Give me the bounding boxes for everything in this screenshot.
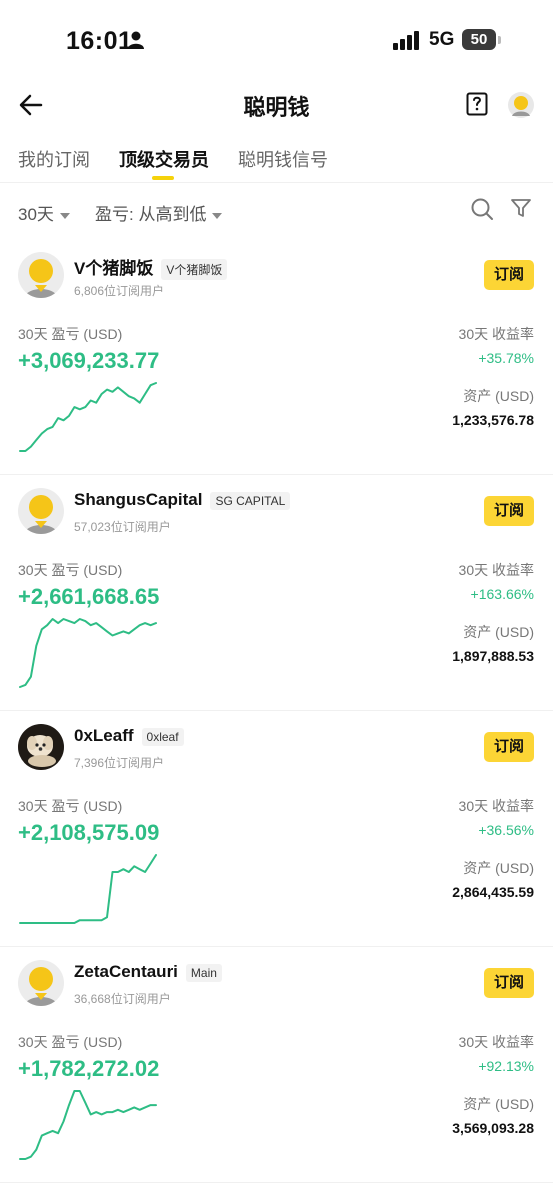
roi-value: +36.56%	[478, 822, 534, 838]
assets-value: 2,864,435.59	[452, 884, 534, 900]
trader-avatar[interactable]	[18, 488, 64, 534]
trader-name[interactable]: 0xLeaff 0xleaf	[74, 726, 184, 746]
help-book-icon[interactable]	[466, 92, 488, 116]
assets-label: 资产 (USD)	[463, 388, 534, 404]
pnl-label: 30天 盈亏 (USD)	[18, 1034, 123, 1050]
subscribe-button[interactable]: 订阅	[484, 496, 534, 526]
pnl-label: 30天 盈亏 (USD)	[18, 326, 123, 342]
trader-name-text: V个猪脚饭	[74, 259, 154, 278]
trader-tag: Main	[185, 963, 222, 982]
trader-card[interactable]: V个猪脚饭 V个猪脚饭 6,806位订阅用户 订阅 30天 盈亏 (USD) +3…	[0, 238, 553, 475]
trader-name-text: 0xLeaff	[74, 726, 134, 745]
pnl-sparkline	[19, 854, 157, 924]
signal-icon	[393, 31, 419, 50]
subscriber-count: 36,668位订阅用户	[74, 992, 171, 1006]
tab-bar: 我的订阅 顶级交易员 聪明钱信号	[0, 140, 553, 183]
pnl-label: 30天 盈亏 (USD)	[18, 798, 123, 814]
period-dropdown[interactable]: 30天	[18, 200, 70, 225]
pnl-value: +1,782,272.02	[18, 1056, 160, 1081]
subscribe-button[interactable]: 订阅	[484, 732, 534, 762]
chevron-down-icon	[212, 212, 223, 219]
roi-value: +92.13%	[478, 1058, 534, 1074]
pnl-sparkline	[19, 382, 157, 452]
pnl-value: +2,661,668.65	[18, 584, 160, 609]
filter-funnel-icon[interactable]	[510, 197, 532, 219]
trader-name[interactable]: V个猪脚饭 V个猪脚饭	[74, 254, 228, 281]
period-value: 30天	[18, 205, 54, 224]
sort-dropdown[interactable]: 盈亏: 从高到低	[95, 200, 223, 225]
default-avatar-icon	[24, 259, 58, 298]
assets-value: 1,233,576.78	[452, 412, 534, 428]
trader-name-text: ZetaCentauri	[74, 962, 178, 981]
profile-avatar[interactable]	[508, 92, 534, 118]
trader-card[interactable]: ShangusCapital SG CAPITAL 57,023位订阅用户 订阅 …	[0, 474, 553, 711]
assets-label: 资产 (USD)	[463, 624, 534, 640]
tab-smart-money-signals[interactable]: 聪明钱信号	[238, 146, 328, 172]
dog-photo-avatar	[18, 724, 64, 770]
trader-card[interactable]: 0xLeaff 0xleaf 7,396位订阅用户 订阅 30天 盈亏 (USD)…	[0, 710, 553, 947]
trader-tag: V个猪脚饭	[161, 259, 228, 281]
trader-name[interactable]: ShangusCapital SG CAPITAL	[74, 490, 291, 510]
subscribe-button[interactable]: 订阅	[484, 968, 534, 998]
default-avatar-icon	[24, 495, 58, 534]
pnl-value: +2,108,575.09	[18, 820, 160, 845]
assets-label: 资产 (USD)	[463, 1096, 534, 1112]
pnl-sparkline	[19, 1090, 157, 1160]
trader-card[interactable]: ZetaCentauri Main 36,668位订阅用户 订阅 30天 盈亏 (…	[0, 946, 553, 1183]
roi-value: +35.78%	[478, 350, 534, 366]
sort-value: 盈亏: 从高到低	[95, 205, 207, 224]
tab-my-subscriptions[interactable]: 我的订阅	[18, 146, 90, 172]
trader-tag: 0xleaf	[141, 727, 184, 746]
search-icon[interactable]	[470, 197, 494, 221]
network-type: 5G	[429, 29, 455, 50]
roi-label: 30天 收益率	[458, 562, 534, 578]
status-bar: 16:01 5G 50	[0, 0, 553, 80]
trader-avatar[interactable]	[18, 252, 64, 298]
subscriber-count: 6,806位订阅用户	[74, 284, 165, 298]
trader-avatar[interactable]	[18, 724, 64, 770]
roi-label: 30天 收益率	[458, 1034, 534, 1050]
filter-bar: 30天 盈亏: 从高到低	[0, 196, 553, 226]
default-avatar-icon	[24, 967, 58, 1006]
subscribe-button[interactable]: 订阅	[484, 260, 534, 290]
battery-icon: 50	[462, 29, 496, 50]
tab-top-traders[interactable]: 顶级交易员	[119, 146, 209, 172]
trader-name[interactable]: ZetaCentauri Main	[74, 962, 222, 982]
roi-label: 30天 收益率	[458, 326, 534, 342]
pnl-value: +3,069,233.77	[18, 348, 160, 373]
roi-label: 30天 收益率	[458, 798, 534, 814]
trader-avatar[interactable]	[18, 960, 64, 1006]
battery-level: 50	[470, 31, 488, 48]
battery-cap	[498, 36, 501, 44]
person-icon	[128, 31, 144, 49]
assets-value: 1,897,888.53	[452, 648, 534, 664]
active-tab-indicator	[152, 176, 174, 180]
roi-value: +163.66%	[470, 586, 534, 602]
subscriber-count: 57,023位订阅用户	[74, 520, 171, 534]
pnl-sparkline	[19, 618, 157, 688]
trader-tag: SG CAPITAL	[210, 491, 291, 510]
trader-name-text: ShangusCapital	[74, 490, 203, 509]
header: 聪明钱	[0, 80, 553, 130]
status-time: 16:01	[66, 27, 133, 55]
chevron-down-icon	[59, 212, 70, 219]
assets-value: 3,569,093.28	[452, 1120, 534, 1136]
pnl-label: 30天 盈亏 (USD)	[18, 562, 123, 578]
subscriber-count: 7,396位订阅用户	[74, 756, 165, 770]
assets-label: 资产 (USD)	[463, 860, 534, 876]
